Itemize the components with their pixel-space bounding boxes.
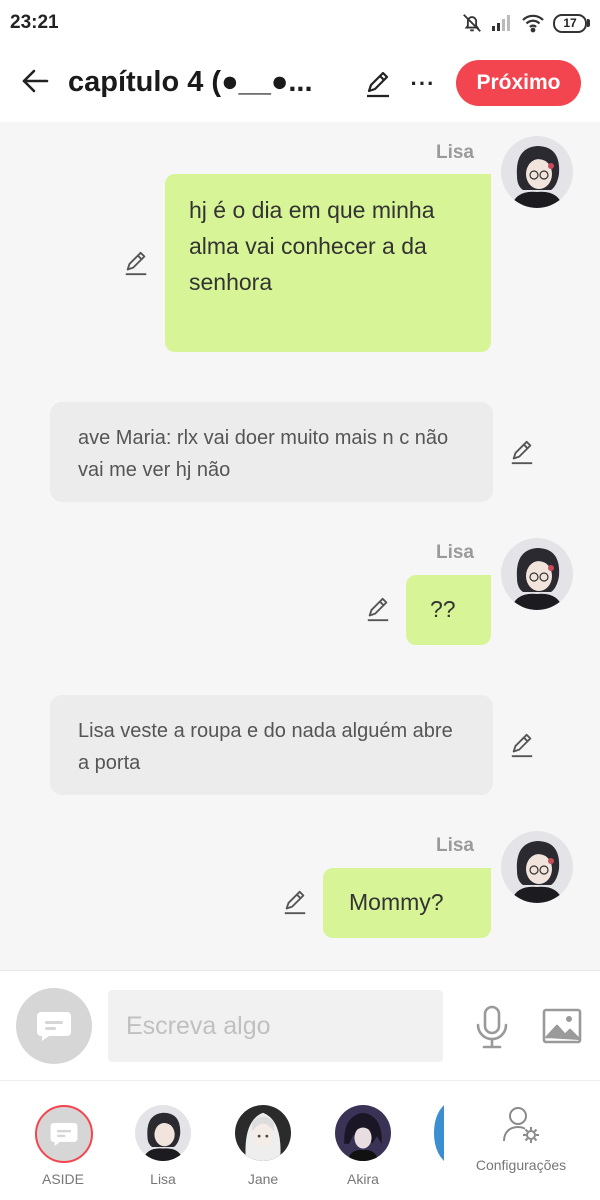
- nav-item-jane[interactable]: Jane: [223, 1101, 303, 1197]
- avatar[interactable]: [501, 538, 573, 610]
- sender-name: Lisa: [435, 142, 474, 163]
- status-time: 23:21: [10, 12, 59, 33]
- nav-label: Jane: [247, 1171, 279, 1187]
- user-settings-icon: [503, 1107, 539, 1143]
- wifi-icon: [522, 14, 544, 33]
- pencil-icon: [367, 597, 389, 622]
- message-composer: [0, 970, 600, 1080]
- chat-area[interactable]: Lisa hj é o dia em que minha alma vai co…: [0, 122, 600, 970]
- message-bubble[interactable]: hj é o dia em que minha alma vai conhece…: [165, 174, 491, 352]
- message-type-button[interactable]: [16, 988, 92, 1064]
- edit-message-button[interactable]: [363, 594, 393, 624]
- status-icons: 17: [461, 10, 590, 36]
- message-bubble[interactable]: ??: [406, 575, 491, 645]
- narration-bubble[interactable]: ave Maria: rlx vai doer muito mais n c n…: [50, 402, 493, 502]
- next-chapter-button[interactable]: Próximo: [456, 60, 581, 106]
- edit-message-button[interactable]: [280, 887, 310, 917]
- nav-label: Lisa: [150, 1171, 176, 1187]
- edit-title-button[interactable]: [362, 68, 394, 100]
- signal-icon: [492, 15, 510, 31]
- insert-image-button[interactable]: [541, 1006, 583, 1046]
- nav-item-lisa[interactable]: Lisa: [123, 1101, 203, 1197]
- battery-level: 17: [553, 13, 587, 33]
- edit-message-button[interactable]: [507, 730, 537, 760]
- avatar[interactable]: [501, 831, 573, 903]
- nav-label: Akira: [347, 1171, 379, 1187]
- pencil-icon: [367, 71, 389, 98]
- sender-name: Lisa: [435, 542, 474, 563]
- arrow-left-icon: [22, 69, 49, 93]
- nav-label: Configurações: [475, 1157, 567, 1173]
- chat-bubble-icon: [37, 1012, 71, 1041]
- nav-item-partial-avatar[interactable]: [434, 1105, 444, 1161]
- aside-button[interactable]: [35, 1105, 93, 1163]
- message-input[interactable]: [108, 990, 443, 1062]
- avatar: [235, 1105, 291, 1161]
- chapter-header: capítulo 4 (●__●... ··· Próximo: [0, 46, 600, 122]
- bottom-nav: ASIDE Lisa Jane Akira Configurações: [0, 1080, 600, 1200]
- message-bubble[interactable]: Mommy?: [323, 868, 491, 938]
- pencil-icon: [284, 890, 306, 915]
- chat-bubble-icon: [50, 1122, 78, 1146]
- sender-name: Lisa: [435, 835, 474, 856]
- microphone-icon: [476, 1005, 508, 1049]
- voice-button[interactable]: [472, 1005, 512, 1049]
- pencil-icon: [511, 440, 533, 465]
- back-button[interactable]: [18, 64, 52, 98]
- status-bar: 23:21 17: [0, 0, 600, 46]
- nav-item-akira[interactable]: Akira: [323, 1101, 403, 1197]
- nav-item-aside[interactable]: ASIDE: [23, 1101, 103, 1197]
- image-icon: [542, 1008, 582, 1044]
- edit-message-button[interactable]: [507, 437, 537, 467]
- pencil-icon: [125, 251, 147, 276]
- nav-label: ASIDE: [41, 1171, 84, 1187]
- avatar[interactable]: [501, 136, 573, 208]
- bell-muted-icon: [463, 14, 481, 32]
- edit-message-button[interactable]: [121, 248, 151, 278]
- nav-item-settings[interactable]: Configurações: [466, 1101, 576, 1197]
- avatar: [335, 1105, 391, 1161]
- more-options-button[interactable]: ···: [406, 68, 440, 100]
- pencil-icon: [511, 733, 533, 758]
- battery-icon: 17: [553, 13, 590, 33]
- narration-bubble[interactable]: Lisa veste a roupa e do nada alguém abre…: [50, 695, 493, 795]
- avatar: [135, 1105, 191, 1161]
- chapter-title[interactable]: capítulo 4 (●__●...: [68, 66, 358, 99]
